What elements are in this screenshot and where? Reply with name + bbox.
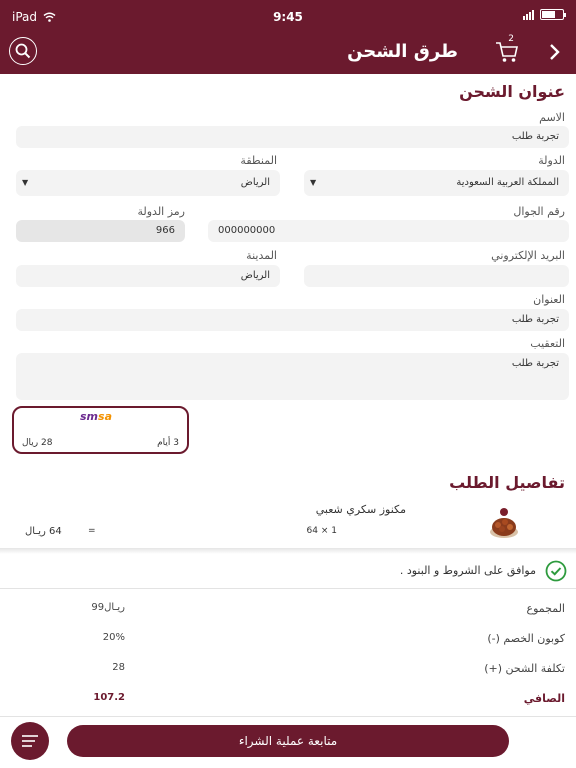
- back-button[interactable]: [546, 42, 564, 62]
- country-label: الدولة: [538, 154, 565, 167]
- menu-button[interactable]: [11, 722, 49, 760]
- order-details-title: تفاصيل الطلب: [449, 473, 565, 492]
- address-label: العنوان: [533, 293, 565, 306]
- product-name: مكنوز سكري شعبي: [315, 503, 406, 516]
- notes-textarea[interactable]: تجربة طلب: [16, 353, 569, 400]
- email-field[interactable]: [304, 265, 569, 287]
- city-field[interactable]: الرياض: [16, 265, 280, 287]
- subtotal-label: المجموع: [526, 602, 565, 615]
- terms-checkbox[interactable]: [545, 560, 567, 582]
- divider: [0, 548, 576, 554]
- shipping-price: 28 ريال: [22, 438, 53, 448]
- divider: [0, 588, 576, 589]
- status-bar: iPad 9:45: [0, 0, 576, 34]
- equals-sign: =: [88, 526, 96, 536]
- country-code-field: 966: [16, 220, 185, 242]
- shipping-address-title: عنوان الشحن: [459, 82, 565, 101]
- name-field[interactable]: تجربة طلب: [16, 126, 569, 148]
- coupon-value: 20%: [102, 632, 125, 643]
- city-value: الرياض: [240, 270, 270, 281]
- country-code-label: رمز الدولة: [137, 205, 185, 218]
- country-value: المملكة العربية السعودية: [456, 177, 559, 188]
- phone-field[interactable]: 000000000: [208, 220, 569, 242]
- search-icon: [15, 43, 31, 59]
- country-code-value: 966: [155, 225, 175, 236]
- phone-label: رقم الجوال: [513, 205, 565, 218]
- shipping-days: 3 أيام: [157, 438, 179, 448]
- region-select[interactable]: الرياض ▼: [16, 170, 280, 196]
- checkout-button[interactable]: متابعة عملية الشراء: [67, 725, 509, 757]
- status-right: [523, 9, 566, 20]
- shipping-cost-label: تكلفة الشحن (+): [484, 662, 565, 675]
- cart-button[interactable]: [494, 40, 520, 64]
- search-button[interactable]: [9, 37, 37, 65]
- menu-icon: [22, 735, 38, 747]
- country-select[interactable]: المملكة العربية السعودية ▼: [304, 170, 569, 196]
- nav-bar: طرق الشحن 2: [0, 34, 576, 74]
- divider: [0, 716, 576, 717]
- notes-label: التعقيب: [530, 337, 565, 350]
- product-image: [486, 505, 522, 541]
- shipping-cost-value: 28: [112, 662, 125, 673]
- address-field[interactable]: تجربة طلب: [16, 309, 569, 331]
- name-label: الاسم: [539, 111, 565, 124]
- email-label: البريد الإلكتروني: [491, 249, 565, 262]
- region-label: المنطقة: [240, 154, 277, 167]
- check-circle-icon: [545, 560, 567, 582]
- product-quantity: 64 × 1: [306, 526, 337, 536]
- smsa-logo: smsa: [80, 410, 112, 423]
- cart-count-badge: 2: [508, 34, 514, 44]
- terms-text: موافق على الشروط و البنود .: [399, 564, 536, 577]
- coupon-label: كوبون الخصم (-): [487, 632, 565, 645]
- page-title: طرق الشحن: [347, 41, 458, 62]
- subtotal-value: 99ريـال: [91, 602, 125, 613]
- net-total-value: 107.2: [93, 692, 125, 703]
- battery-icon: [540, 9, 566, 20]
- notes-value: تجربة طلب: [511, 358, 559, 369]
- address-value: تجربة طلب: [511, 314, 559, 325]
- dropdown-arrow-icon: ▼: [310, 178, 317, 187]
- net-total-label: الصافي: [523, 692, 565, 705]
- name-value: تجربة طلب: [511, 131, 559, 142]
- shipping-method-card[interactable]: smsa 3 أيام 28 ريال: [12, 406, 189, 454]
- dropdown-arrow-icon: ▼: [22, 178, 29, 187]
- phone-value: 000000000: [218, 225, 276, 236]
- product-total: 64 ريـال: [25, 526, 62, 537]
- city-label: المدينة: [246, 249, 277, 262]
- terms-row[interactable]: موافق على الشروط و البنود .: [0, 560, 576, 588]
- region-value: الرياض: [240, 177, 270, 188]
- cart-icon: [496, 42, 518, 62]
- clock: 9:45: [273, 10, 303, 24]
- signal-icon: [523, 9, 534, 20]
- chevron-right-icon: [550, 44, 560, 60]
